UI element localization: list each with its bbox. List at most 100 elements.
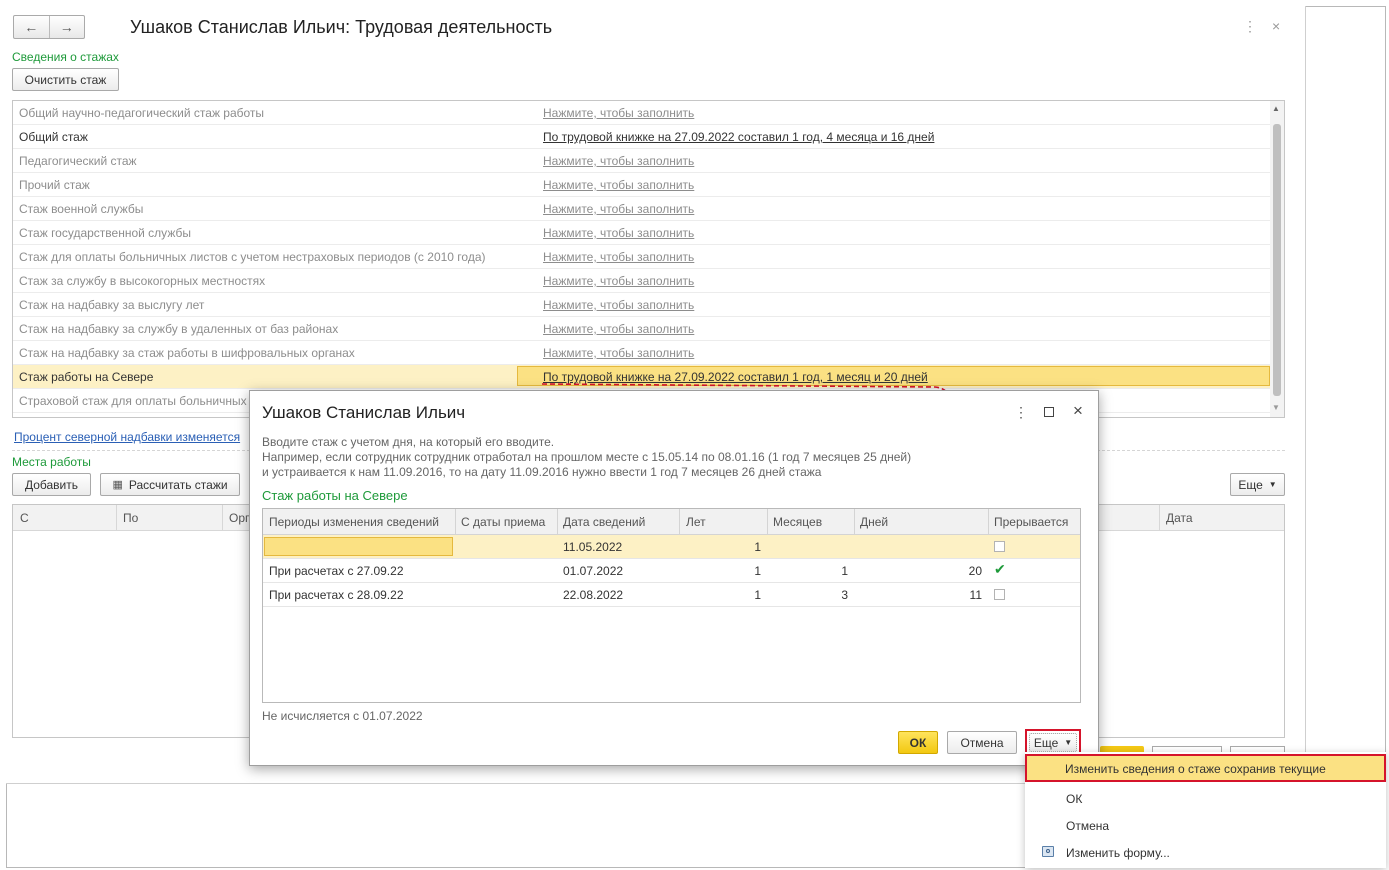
column-divider	[557, 509, 558, 535]
seniority-list: Общий научно-педагогический стаж работы Н…	[12, 100, 1285, 418]
seniority-row-name: Педагогический стаж	[19, 154, 137, 168]
more-button[interactable]: Еще ▼	[1230, 473, 1285, 496]
interrupted-checkbox[interactable]	[994, 589, 1005, 600]
dialog-note: и устраивается к нам 11.09.2016, то на д…	[262, 465, 822, 479]
column-header-interrupted[interactable]: Прерывается	[994, 515, 1068, 529]
seniority-row[interactable]: Прочий стаж Нажмите, чтобы заполнить	[13, 173, 1271, 197]
add-button[interactable]: Добавить	[12, 473, 91, 496]
column-header-months[interactable]: Месяцев	[773, 515, 822, 529]
seniority-row-value[interactable]: Нажмите, чтобы заполнить	[543, 202, 694, 216]
column-header-from-hire[interactable]: С даты приема	[461, 515, 545, 529]
date-cell[interactable]: 11.05.2022	[563, 540, 622, 554]
more-vertical-icon[interactable]: ⋮	[1243, 18, 1257, 35]
years-cell[interactable]: 1	[754, 540, 761, 554]
column-header-organization[interactable]: Орг	[229, 511, 249, 525]
months-cell[interactable]: 1	[841, 564, 848, 578]
column-header-date[interactable]: Дата	[1166, 511, 1193, 525]
dialog-note: Например, если сотрудник сотрудник отраб…	[262, 450, 912, 464]
close-icon[interactable]: ×	[1272, 18, 1280, 34]
seniority-row[interactable]: Педагогический стаж Нажмите, чтобы заполн…	[13, 149, 1271, 173]
seniority-row-name: Страховой стаж для оплаты больничных	[19, 394, 247, 408]
seniority-row-name: Прочий стаж	[19, 178, 90, 192]
menu-item-change-form[interactable]: Изменить форму...	[1025, 839, 1386, 866]
dialog-note: Вводите стаж с учетом дня, на который ег…	[262, 435, 555, 449]
menu-item-change-seniority[interactable]: Изменить сведения о стаже сохранив текущ…	[1025, 754, 1386, 782]
date-cell[interactable]: 22.08.2022	[563, 588, 623, 602]
months-cell[interactable]: 3	[841, 588, 848, 602]
form-settings-icon	[1042, 846, 1054, 857]
maximize-icon[interactable]	[1044, 407, 1054, 417]
seniority-row[interactable]: Общий научно-педагогический стаж работы Н…	[13, 101, 1271, 125]
dialog-title: Ушаков Станислав Ильич	[262, 403, 466, 422]
ok-button[interactable]: ОК	[898, 731, 938, 754]
menu-item-label: Отмена	[1066, 819, 1110, 833]
checkmark-icon[interactable]: ✔	[994, 562, 1006, 576]
column-header-years[interactable]: Лет	[686, 515, 706, 529]
period-input[interactable]	[264, 537, 453, 556]
cancel-button[interactable]: Отмена	[947, 731, 1017, 754]
period-cell: При расчетах с 27.09.22	[269, 564, 404, 578]
seniority-row[interactable]: Стаж для оплаты больничных листов с учет…	[13, 245, 1271, 269]
column-header-date[interactable]: Дата сведений	[563, 515, 645, 529]
seniority-row-value[interactable]: Нажмите, чтобы заполнить	[543, 178, 694, 192]
date-cell[interactable]: 01.07.2022	[563, 564, 623, 578]
seniority-row-value[interactable]: Нажмите, чтобы заполнить	[543, 106, 694, 120]
seniority-row-name: Стаж работы на Севере	[19, 370, 154, 384]
scroll-down-icon[interactable]: ▼	[1272, 403, 1280, 412]
period-cell: При расчетах с 28.09.22	[269, 588, 404, 602]
seniority-row-value[interactable]: Нажмите, чтобы заполнить	[543, 250, 694, 264]
seniority-row-name: Общий научно-педагогический стаж работы	[19, 106, 265, 120]
seniority-row[interactable]: Стаж на надбавку за выслугу лет Нажмите, …	[13, 293, 1271, 317]
days-cell[interactable]: 20	[969, 564, 982, 578]
clear-seniority-button[interactable]: Очистить стаж	[12, 68, 119, 91]
seniority-row-value[interactable]: Нажмите, чтобы заполнить	[543, 346, 694, 360]
more-button-label: Еще	[1238, 477, 1263, 492]
more-vertical-icon[interactable]: ⋮	[1014, 404, 1028, 421]
seniority-row-value[interactable]: Нажмите, чтобы заполнить	[543, 274, 694, 288]
years-cell[interactable]: 1	[754, 588, 761, 602]
column-divider	[116, 505, 117, 531]
seniority-row[interactable]: Стаж военной службы Нажмите, чтобы заполн…	[13, 197, 1271, 221]
column-divider	[679, 509, 680, 535]
dialog-more-button[interactable]: Еще ▼	[1029, 733, 1077, 752]
seniority-row[interactable]: Общий стаж По трудовой книжке на 27.09.20…	[13, 125, 1271, 149]
forward-arrow-icon[interactable]: →	[50, 16, 85, 38]
seniority-row[interactable]: Стаж за службу в высокогорных местностях…	[13, 269, 1271, 293]
seniority-row[interactable]: Стаж государственной службы Нажмите, чтоб…	[13, 221, 1271, 245]
seniority-row-value[interactable]: Нажмите, чтобы заполнить	[543, 298, 694, 312]
seniority-row-name: Стаж на надбавку за службу в удаленных о…	[19, 322, 339, 336]
period-row[interactable]: При расчетах с 28.09.22 22.08.2022 1 3 1…	[263, 583, 1080, 607]
calculate-seniority-label: Рассчитать стажи	[128, 477, 228, 492]
column-divider	[1159, 505, 1160, 531]
list-scrollbar-thumb[interactable]	[1273, 124, 1281, 396]
years-cell[interactable]: 1	[754, 564, 761, 578]
seniority-row-value[interactable]: Нажмите, чтобы заполнить	[543, 322, 694, 336]
seniority-row-name: Стаж для оплаты больничных листов с учет…	[19, 250, 486, 264]
seniority-row-value[interactable]: Нажмите, чтобы заполнить	[543, 226, 694, 240]
seniority-row-value[interactable]: По трудовой книжке на 27.09.2022 состави…	[543, 130, 934, 144]
column-header-days[interactable]: Дней	[860, 515, 888, 529]
seniority-row-value[interactable]: Нажмите, чтобы заполнить	[543, 154, 694, 168]
seniority-row-name: Стаж за службу в высокогорных местностях	[19, 274, 266, 288]
calculate-seniority-button[interactable]: ▦ Рассчитать стажи	[100, 473, 240, 496]
column-header-from[interactable]: С	[20, 511, 29, 525]
seniority-row[interactable]: Стаж на надбавку за стаж работы в шифров…	[13, 341, 1271, 365]
period-row[interactable]: При расчетах с 27.09.22 01.07.2022 1 1 2…	[263, 559, 1080, 583]
seniority-row[interactable]: Стаж на надбавку за службу в удаленных о…	[13, 317, 1271, 341]
menu-item-ok[interactable]: ОК	[1025, 785, 1386, 812]
days-cell[interactable]: 11	[970, 588, 982, 602]
interrupted-checkbox[interactable]	[994, 541, 1005, 552]
close-icon[interactable]: ×	[1073, 401, 1083, 421]
window-title: Ушаков Станислав Ильич: Трудовая деятель…	[130, 17, 553, 37]
menu-item-cancel[interactable]: Отмена	[1025, 812, 1386, 839]
north-bonus-link[interactable]: Процент северной надбавки изменяется	[14, 430, 240, 444]
scroll-up-icon[interactable]: ▲	[1272, 104, 1280, 113]
seniority-row-name: Стаж военной службы	[19, 202, 144, 216]
back-arrow-icon[interactable]: ←	[14, 16, 50, 38]
column-header-to[interactable]: По	[123, 511, 138, 525]
period-row-selected[interactable]: 11.05.2022 1	[263, 535, 1080, 559]
menu-item-label: Изменить форму...	[1066, 846, 1170, 860]
seniority-row-name: Общий стаж	[19, 130, 88, 144]
footer-note: Не исчисляется с 01.07.2022	[262, 709, 423, 723]
column-header-period[interactable]: Периоды изменения сведений	[269, 515, 439, 529]
